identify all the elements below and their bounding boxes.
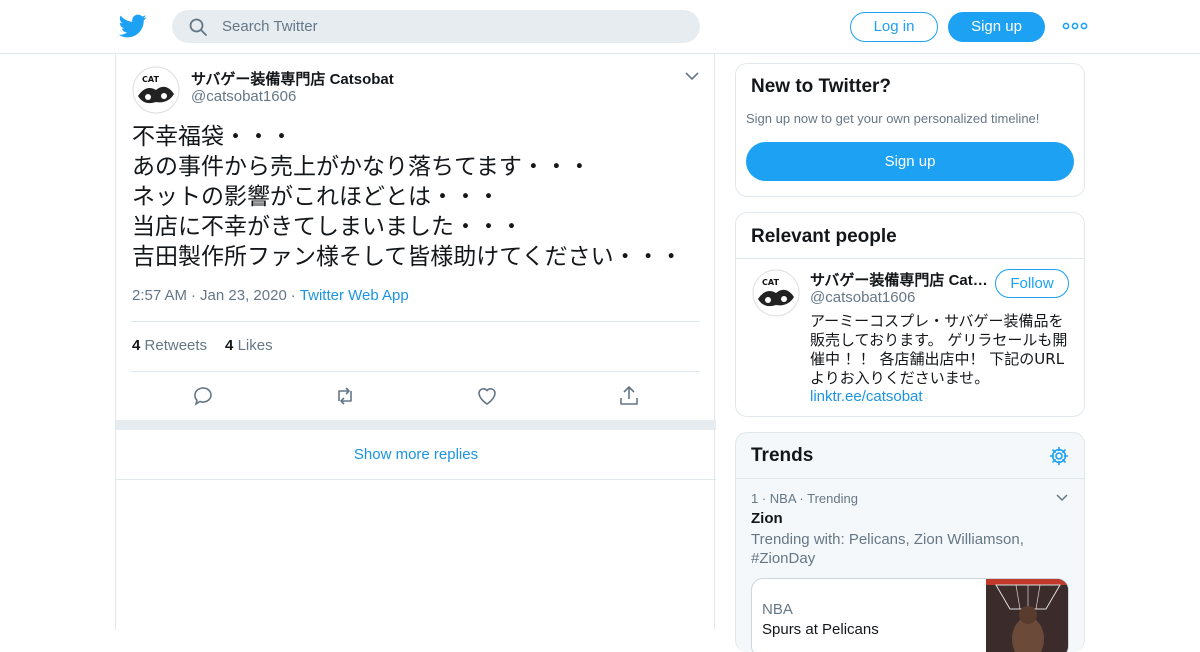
tweet-line: あの事件から売上がかなり落ちてます・・・ — [132, 154, 591, 180]
search-icon — [189, 18, 207, 36]
likes-label: Likes — [237, 337, 273, 354]
retweets-stat[interactable]: 4 Retweets — [132, 337, 207, 354]
basketball-photo-icon — [986, 579, 1068, 652]
chevron-down-icon[interactable] — [684, 70, 700, 82]
catsobat-logo-icon: CAT — [132, 66, 180, 114]
twitter-bird-icon[interactable] — [119, 12, 147, 40]
more-options-icon[interactable] — [1062, 18, 1088, 34]
svg-text:CAT: CAT — [142, 75, 159, 84]
chevron-down-icon[interactable] — [1055, 493, 1069, 503]
trend-category: NBA — [769, 491, 796, 506]
tweet-line: 不幸福袋・・・ — [132, 124, 293, 150]
relevant-people-card: Relevant people CAT サバゲー装備専門店 Catsobat @… — [735, 212, 1085, 417]
tweet-line: ネットの影響がこれほどとは・・・ — [132, 184, 500, 210]
card-title: New to Twitter? — [751, 76, 892, 97]
person-avatar[interactable]: CAT — [752, 269, 800, 317]
follow-button[interactable]: Follow — [995, 269, 1069, 298]
person-handle[interactable]: @catsobat1606 — [810, 289, 915, 306]
card-subtitle: Sign up now to get your own personalized… — [746, 111, 1040, 126]
trend-rank: 1 — [751, 491, 759, 506]
gear-icon[interactable] — [1049, 446, 1069, 466]
top-bar: Log in Sign up — [0, 0, 1200, 54]
person-bio: アーミーコスプレ・サバゲー装備品を販売しております。 ゲリラセールも開催中 ！！… — [810, 312, 1068, 387]
retweets-count: 4 — [132, 337, 141, 354]
show-more-replies-link[interactable]: Show more replies — [116, 430, 716, 480]
news-category: NBA — [762, 601, 793, 618]
retweet-icon[interactable] — [333, 384, 357, 408]
author-handle[interactable]: @catsobat1606 — [191, 88, 296, 105]
trend-name[interactable]: Zion — [751, 510, 783, 527]
divider — [736, 258, 1084, 259]
card-title: Trends — [751, 445, 814, 466]
trend-news-card[interactable]: NBA Spurs at Pelicans — [751, 578, 1069, 652]
tweet-line: 当店に不幸がきてしまいました・・・ — [132, 214, 523, 240]
tweet-stats: 4 Retweets 4 Likes — [132, 337, 273, 354]
retweets-label: Retweets — [144, 337, 208, 354]
card-title: Relevant people — [751, 226, 897, 247]
divider — [736, 478, 1084, 479]
person-bio-link[interactable]: linktr.ee/catsobat — [810, 388, 923, 405]
author-avatar[interactable]: CAT — [132, 66, 180, 114]
trend-status: Trending — [807, 491, 858, 506]
trend-description: Trending with: Pelicans, Zion Williamson… — [751, 531, 1024, 567]
log-in-button[interactable]: Log in — [850, 12, 938, 42]
search-input[interactable] — [222, 10, 682, 43]
divider — [131, 371, 700, 372]
divider — [131, 321, 700, 322]
news-thumbnail — [986, 579, 1068, 652]
reply-icon[interactable] — [191, 384, 215, 408]
person-name[interactable]: サバゲー装備専門店 Catsobat — [810, 269, 990, 290]
tweet-text: 不幸福袋・・・ あの事件から売上がかなり落ちてます・・・ ネットの影響がこれほど… — [132, 122, 702, 272]
sign-up-button[interactable]: Sign up — [948, 12, 1045, 42]
sidebar-sign-up-button[interactable]: Sign up — [746, 142, 1074, 181]
tweet-date: Jan 23, 2020 — [200, 287, 287, 304]
likes-count: 4 — [225, 337, 234, 354]
tweet-line: 吉田製作所ファン様そして皆様助けてください・・・ — [132, 244, 683, 270]
tweet-meta: 2:57 AM · Jan 23, 2020 · Twitter Web App — [132, 287, 409, 304]
tweet-source-link[interactable]: Twitter Web App — [300, 287, 409, 304]
trends-card: Trends 1 · NBA · Trending Zion Trending … — [735, 432, 1085, 652]
tweet-time: 2:57 AM — [132, 287, 188, 304]
section-separator — [116, 420, 716, 430]
share-icon[interactable] — [617, 384, 641, 408]
tweet-actions — [116, 384, 716, 410]
likes-stat[interactable]: 4 Likes — [225, 337, 273, 354]
search-box[interactable] — [172, 10, 700, 43]
tweet-detail-column: CAT サバゲー装備専門店 Catsobat @catsobat1606 不幸福… — [115, 54, 716, 630]
trend-meta: 1 · NBA · Trending — [751, 491, 858, 506]
svg-text:CAT: CAT — [762, 278, 779, 287]
author-name[interactable]: サバゲー装備専門店 Catsobat — [191, 68, 394, 89]
new-to-twitter-card: New to Twitter? Sign up now to get your … — [735, 63, 1085, 197]
like-icon[interactable] — [475, 384, 499, 408]
catsobat-logo-icon: CAT — [752, 269, 800, 317]
